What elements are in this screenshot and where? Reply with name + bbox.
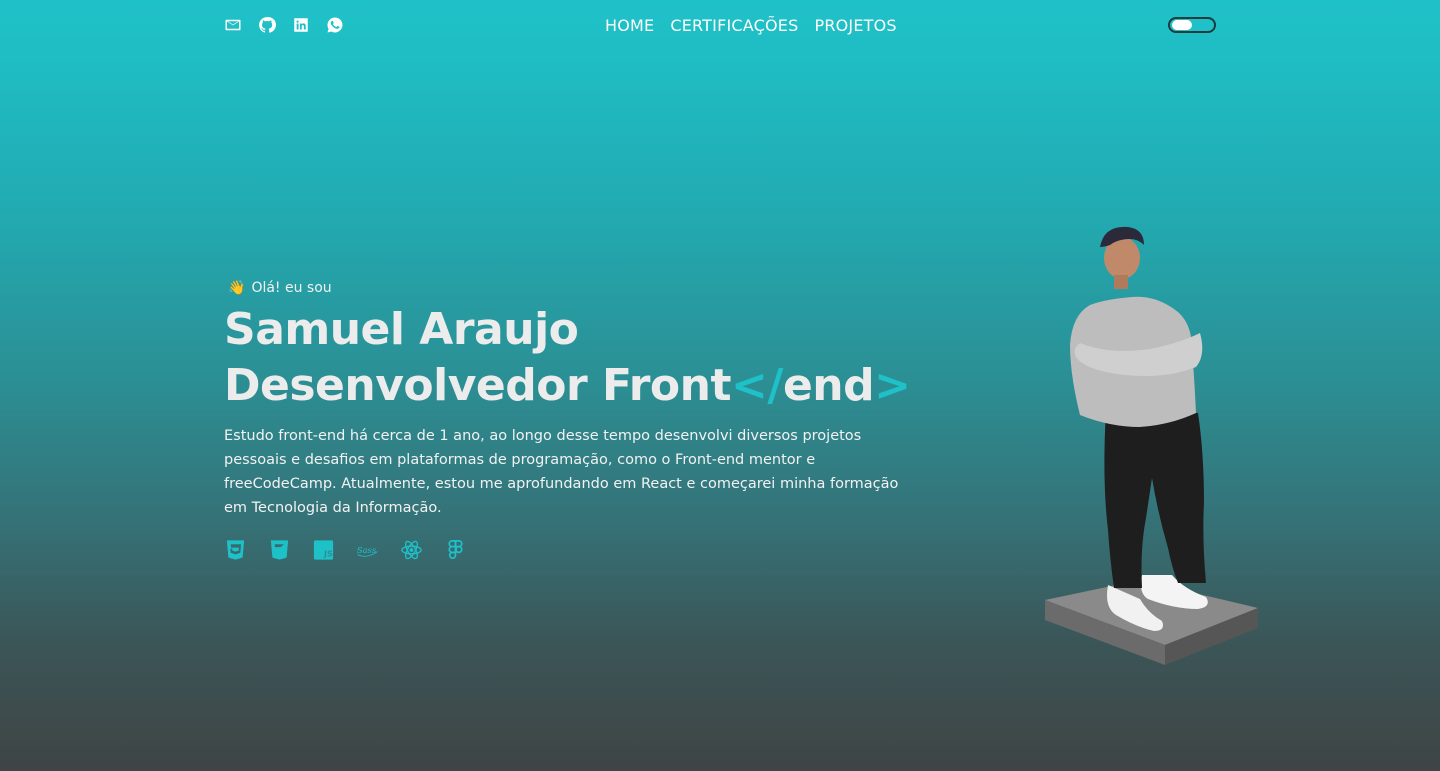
nav-certificacoes[interactable]: CERTIFICAÇÕES (670, 16, 798, 35)
hero-role: Desenvolvedor Front</end> (224, 358, 944, 414)
mail-icon[interactable] (224, 16, 242, 34)
javascript-icon: JS (312, 538, 335, 562)
nav-home[interactable]: HOME (605, 16, 654, 35)
hero-name: Samuel Araujo (224, 304, 579, 355)
greeting-text: Olá! eu sou (251, 280, 332, 296)
css3-icon (268, 538, 291, 562)
greeting: 👋 Olá! eu sou (228, 280, 944, 296)
toggle-knob (1172, 20, 1192, 30)
main-nav: HOME CERTIFICAÇÕES PROJETOS (605, 16, 897, 35)
theme-toggle[interactable] (1168, 17, 1216, 33)
avatar-3d-character (1045, 226, 1258, 665)
sass-icon: Sass (356, 538, 379, 562)
github-icon[interactable] (258, 16, 276, 34)
hero-section: 👋 Olá! eu sou Samuel Araujo Desenvolvedo… (224, 280, 944, 562)
role-prefix: Desenvolvedor Front (224, 360, 732, 411)
linkedin-icon[interactable] (292, 16, 310, 34)
tech-stack: JS Sass (224, 538, 944, 562)
hero-description: Estudo front-end há cerca de 1 ano, ao l… (224, 428, 899, 516)
role-code-close: > (874, 360, 911, 411)
whatsapp-icon[interactable] (326, 16, 344, 34)
react-icon (400, 538, 423, 562)
social-links (224, 16, 344, 34)
html5-icon (224, 538, 247, 562)
nav-projetos[interactable]: PROJETOS (814, 16, 896, 35)
role-suffix: end (782, 360, 875, 411)
waving-hand-icon: 👋 (228, 280, 246, 296)
role-code-open: </ (731, 360, 783, 411)
header: HOME CERTIFICAÇÕES PROJETOS (0, 0, 1440, 52)
svg-text:JS: JS (323, 549, 333, 559)
figma-icon (444, 538, 467, 562)
